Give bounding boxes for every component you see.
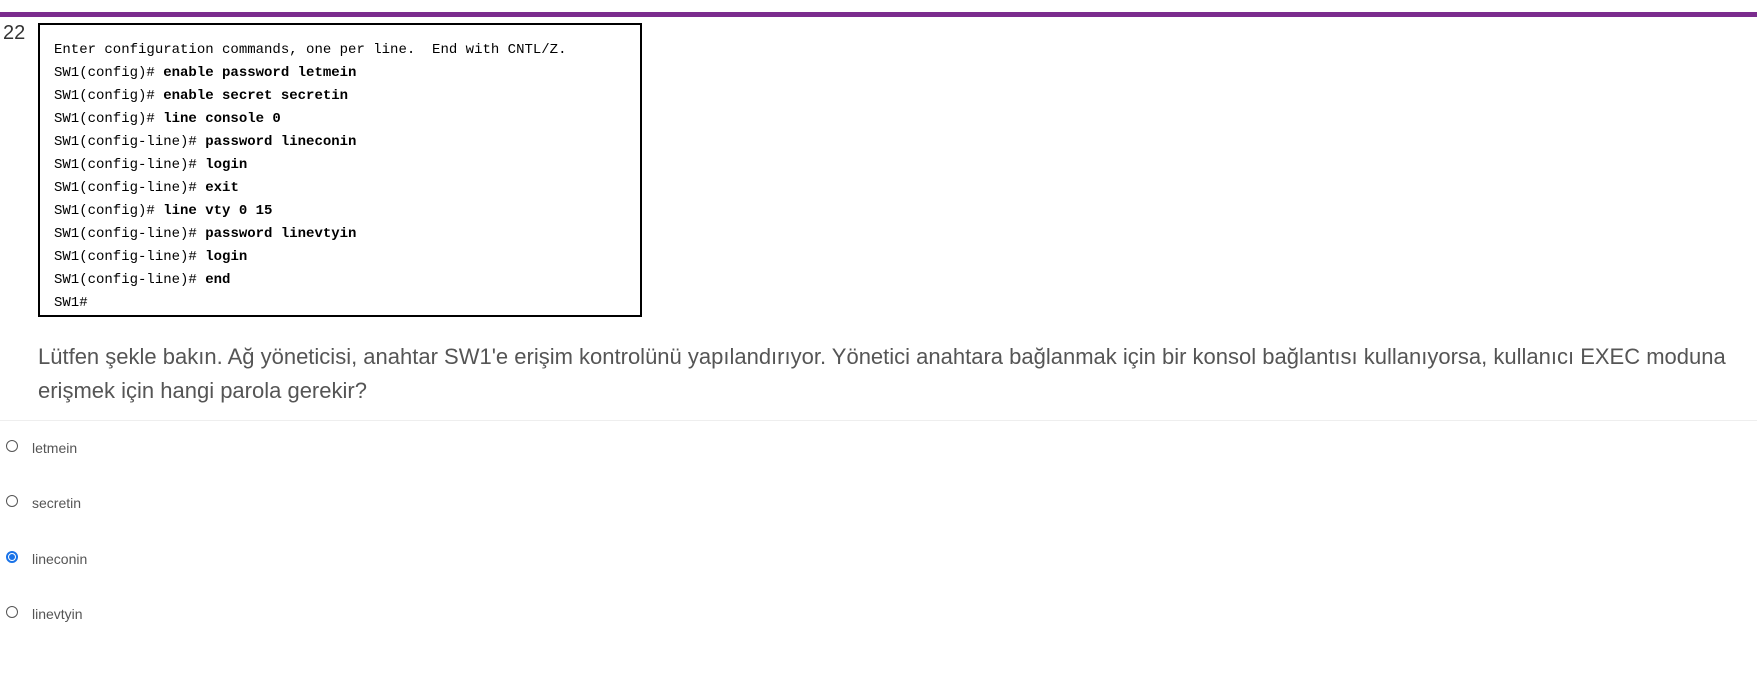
cli-command: end [205,272,231,288]
answer-option-label[interactable]: lineconin [32,551,87,567]
top-accent-bar [0,12,1757,17]
cli-prompt: SW1(config-line)# [54,249,206,265]
cli-prompt: SW1(config)# [54,203,164,219]
cli-command: login [205,249,248,265]
cli-line: SW1(config-line)# login [54,154,640,177]
cli-command: password linevtyin [205,226,357,242]
cli-prompt: Enter configuration commands, one per li… [54,42,567,58]
answer-option-label[interactable]: secretin [32,495,81,511]
cli-exhibit: Enter configuration commands, one per li… [38,23,642,317]
answer-option[interactable]: lineconin [6,548,87,570]
answer-option-label[interactable]: letmein [32,440,77,456]
cli-prompt: SW1(config-line)# [54,134,206,150]
cli-line: Enter configuration commands, one per li… [54,39,640,62]
cli-command: enable secret secretin [163,88,349,104]
cli-line: SW1(config-line)# exit [54,177,640,200]
cli-command: login [205,157,248,173]
cli-prompt: SW1(config)# [54,111,164,127]
divider [0,420,1757,421]
radio-button[interactable] [6,495,18,507]
cli-prompt: SW1(config)# [54,65,164,81]
cli-line: SW1(config)# line console 0 [54,108,640,131]
cli-line: SW1(config)# line vty 0 15 [54,200,640,223]
question-text: Lütfen şekle bakın. Ağ yöneticisi, anaht… [38,344,1726,403]
question-number: 22 [3,22,26,44]
answer-option-label[interactable]: linevtyin [32,606,83,622]
radio-button[interactable] [6,551,18,563]
cli-prompt: SW1(config)# [54,88,164,104]
cli-line: SW1# [54,292,640,315]
cli-command: enable password letmein [163,65,357,81]
cli-command: exit [205,180,239,196]
cli-line: SW1(config-line)# end [54,269,640,292]
cli-line: SW1(config)# enable password letmein [54,62,640,85]
cli-line: SW1(config-line)# password lineconin [54,131,640,154]
cli-command: line console 0 [163,111,281,127]
radio-button[interactable] [6,440,18,452]
cli-prompt: SW1(config-line)# [54,272,206,288]
cli-line: SW1(config-line)# password linevtyin [54,223,640,246]
cli-prompt: SW1(config-line)# [54,157,206,173]
cli-line: SW1(config)# enable secret secretin [54,85,640,108]
cli-command: line vty 0 15 [163,203,273,219]
cli-prompt: SW1# [54,295,88,311]
cli-prompt: SW1(config-line)# [54,180,206,196]
cli-prompt: SW1(config-line)# [54,226,206,242]
radio-button[interactable] [6,606,18,618]
answer-option[interactable]: letmein [6,437,77,459]
answer-option[interactable]: secretin [6,492,81,514]
cli-line: SW1(config-line)# login [54,246,640,269]
answer-option[interactable]: linevtyin [6,603,83,625]
cli-command: password lineconin [205,134,357,150]
